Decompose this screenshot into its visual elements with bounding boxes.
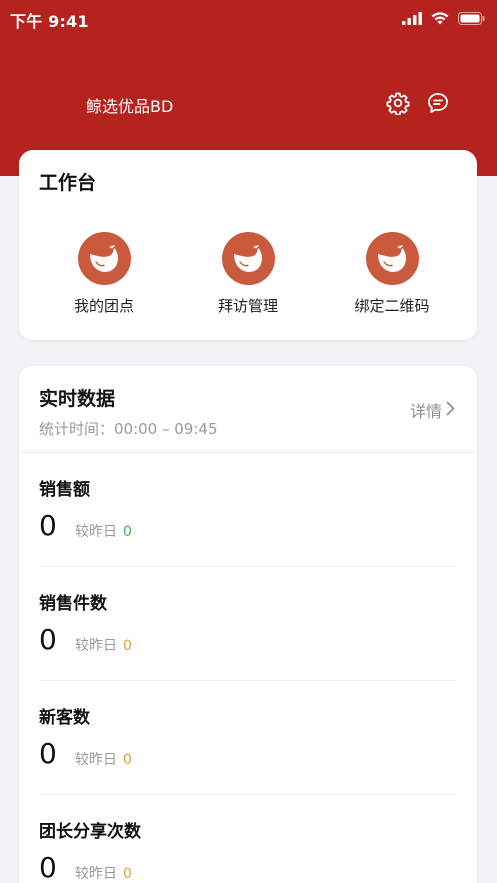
metric-value: 0 bbox=[39, 737, 57, 770]
metric-delta: 0 bbox=[123, 638, 132, 654]
chevron-right-icon bbox=[446, 401, 455, 420]
realtime-title: 实时数据 bbox=[39, 388, 116, 410]
metric-value: 0 bbox=[39, 851, 57, 883]
metric-new-customers[interactable]: 新客数 0 较昨日 0 bbox=[39, 681, 457, 795]
metric-value: 0 bbox=[39, 623, 57, 656]
metric-sales-amount[interactable]: 销售额 0 较昨日 0 bbox=[39, 453, 457, 567]
metric-sales-count[interactable]: 销售件数 0 较昨日 0 bbox=[39, 567, 457, 681]
compare-label: 较昨日 bbox=[75, 638, 117, 654]
metric-delta: 0 bbox=[123, 524, 132, 540]
whale-icon bbox=[77, 232, 131, 285]
status-time: 下午 9:41 bbox=[10, 12, 89, 31]
shortcut-bind-qrcode[interactable]: 绑定二维码 bbox=[332, 232, 452, 316]
metric-label: 销售件数 bbox=[39, 594, 107, 614]
metric-compare: 较昨日 0 bbox=[75, 521, 132, 541]
metric-leader-shares[interactable]: 团长分享次数 0 较昨日 0 bbox=[39, 795, 457, 883]
metric-delta: 0 bbox=[123, 866, 132, 882]
metric-label: 新客数 bbox=[39, 708, 90, 728]
wifi-icon bbox=[431, 10, 449, 29]
status-bar: 下午 9:41 bbox=[0, 0, 497, 34]
metric-compare: 较昨日 0 bbox=[75, 635, 132, 655]
realtime-data-card: 实时数据 统计时间：00:00 – 09:45 详情 销售额 0 较昨日 0 销售… bbox=[19, 366, 477, 883]
metric-compare: 较昨日 0 bbox=[75, 749, 132, 769]
compare-label: 较昨日 bbox=[75, 524, 117, 540]
shortcut-label: 绑定二维码 bbox=[354, 297, 430, 315]
shortcut-label: 我的团点 bbox=[73, 297, 134, 315]
whale-icon bbox=[365, 232, 419, 285]
compare-label: 较昨日 bbox=[75, 866, 117, 882]
signal-icon bbox=[402, 10, 422, 29]
gear-icon[interactable] bbox=[385, 90, 411, 116]
chat-bubble-icon[interactable] bbox=[425, 90, 451, 116]
workbench-title: 工作台 bbox=[39, 172, 97, 194]
shortcut-my-group-points[interactable]: 我的团点 bbox=[44, 232, 164, 316]
metric-value: 0 bbox=[39, 509, 57, 542]
metric-compare: 较昨日 0 bbox=[75, 863, 132, 883]
battery-icon bbox=[458, 10, 485, 29]
metric-delta: 0 bbox=[123, 752, 132, 768]
detail-label: 详情 bbox=[409, 402, 442, 421]
detail-link[interactable]: 详情 bbox=[410, 398, 455, 422]
app-title: 鲸选优品BD bbox=[86, 97, 174, 116]
status-icons bbox=[402, 10, 485, 29]
whale-icon bbox=[221, 232, 275, 285]
shortcut-label: 拜访管理 bbox=[217, 297, 278, 315]
stat-time: 统计时间：00:00 – 09:45 bbox=[39, 420, 218, 438]
workbench-card: 工作台 我的团点 拜访管理 绑定二维码 bbox=[19, 150, 477, 340]
metric-label: 销售额 bbox=[39, 480, 90, 500]
app-page: 下午 9:41 鲸选优品BD 工作台 我的团点 拜访管理 绑定二维码 实时数据 … bbox=[0, 0, 497, 883]
metric-label: 团长分享次数 bbox=[39, 822, 141, 842]
compare-label: 较昨日 bbox=[75, 752, 117, 768]
shortcut-visit-management[interactable]: 拜访管理 bbox=[188, 232, 308, 316]
